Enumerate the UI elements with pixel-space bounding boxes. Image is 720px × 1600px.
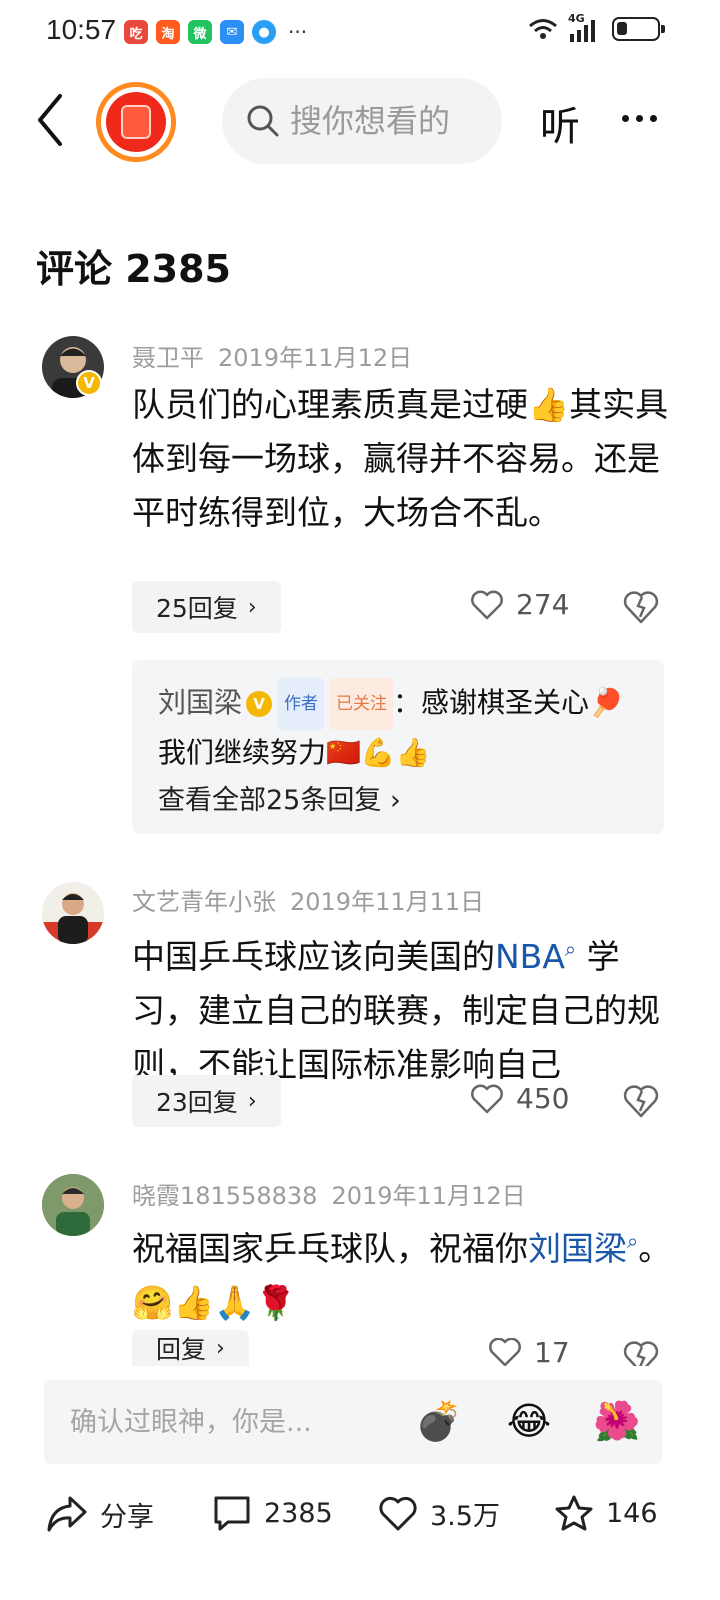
comment-date: 2019年11月12日 <box>331 1182 526 1210</box>
avatar[interactable] <box>42 1174 104 1236</box>
author-reply-name[interactable]: 刘国梁 <box>158 686 242 719</box>
share-label: 分享 <box>100 1501 154 1533</box>
back-button[interactable] <box>30 90 80 150</box>
comment-date: 2019年11月11日 <box>290 888 485 916</box>
search-icon: ⌕ <box>627 1229 639 1253</box>
author-tag: 作者 <box>278 678 325 730</box>
chevron-right-icon: › <box>247 1088 257 1114</box>
wifi-icon <box>529 19 557 39</box>
app-notification-icon: 吃 <box>124 20 148 44</box>
dislike-icon[interactable] <box>622 1082 660 1120</box>
flower-emoji-button[interactable]: 🌺 <box>592 1396 642 1446</box>
search-input[interactable] <box>290 102 480 140</box>
status-time: 10:57 <box>46 14 117 45</box>
taobao-notification-icon: 淘 <box>156 20 180 44</box>
reply-count-button[interactable]: 回复 › <box>132 1330 249 1366</box>
favorite-button[interactable]: 146 <box>554 1494 658 1532</box>
bomb-emoji-button[interactable]: 💣 <box>414 1396 464 1446</box>
mention-link[interactable]: 刘国梁 <box>528 1229 627 1268</box>
reply-count-label: 23回复 <box>156 1088 238 1117</box>
chevron-right-icon: › <box>247 594 257 620</box>
logo-icon <box>106 92 166 152</box>
verified-badge-icon: V <box>76 370 102 396</box>
comment-meta: 聂卫平 2019年11月12日 <box>132 338 412 373</box>
comments-title: 评论 2385 <box>36 247 231 291</box>
verified-badge-icon: V <box>246 691 273 717</box>
chevron-left-icon <box>38 94 62 146</box>
star-icon <box>555 1495 593 1531</box>
reply-count-label: 回复 <box>156 1335 207 1364</box>
dislike-icon[interactable] <box>622 1338 660 1366</box>
comment-username[interactable]: 文艺青年小张 <box>132 888 276 916</box>
comment-count-button[interactable]: 2385 <box>212 1494 333 1532</box>
search-icon: ⌕ <box>564 937 577 961</box>
chevron-right-icon: › <box>381 785 401 816</box>
author-reply-box[interactable]: 刘国梁 V 作者 已关注 ：感谢棋圣关心🏓我们继续努力🇨🇳💪👍 查看全部25条回复 › <box>132 660 664 834</box>
comment-text-segment: 祝福国家乒乓球队，祝福你 <box>132 1229 528 1268</box>
browser-notification-icon: ● <box>252 20 276 44</box>
status-bar: 10:57 吃 淘 微 ✉ ● ··· 4G <box>0 0 720 64</box>
reply-count-label: 25回复 <box>156 594 238 623</box>
like-button[interactable]: 17 <box>488 1338 570 1366</box>
share-button[interactable]: 分享 <box>46 1494 154 1534</box>
comment-input-bar: 💣 😂 🌺 <box>44 1380 662 1464</box>
more-options-icon[interactable] <box>622 98 670 138</box>
heart-icon <box>379 1496 417 1530</box>
topic-link[interactable]: NBA <box>495 937 565 976</box>
laugh-cry-emoji-button[interactable]: 😂 <box>504 1396 554 1446</box>
reply-count-button[interactable]: 25回复 › <box>132 581 281 633</box>
top-bar: 听 <box>0 72 720 168</box>
like-count: 3.5万 <box>430 1501 500 1532</box>
wechat-notification-icon: 微 <box>188 20 212 44</box>
share-icon <box>47 1496 87 1532</box>
comment-date: 2019年11月12日 <box>218 344 413 372</box>
chevron-right-icon: › <box>216 1335 225 1361</box>
heart-icon <box>489 1338 521 1366</box>
avatar[interactable] <box>42 882 104 944</box>
search-box[interactable] <box>222 78 502 164</box>
battery-icon <box>612 17 665 41</box>
battery-level <box>617 22 627 35</box>
comment-count: 2385 <box>264 1497 333 1529</box>
author-logo-avatar[interactable] <box>96 82 176 162</box>
favorite-count: 146 <box>606 1497 658 1529</box>
status-more-icon: ··· <box>288 20 308 44</box>
comment-username[interactable]: 聂卫平 <box>132 344 204 372</box>
listen-button[interactable]: 听 <box>540 94 580 152</box>
like-count: 17 <box>534 1338 570 1366</box>
comment-meta: 晓霞181558838 2019年11月12日 <box>132 1176 526 1211</box>
comment-username[interactable]: 晓霞181558838 <box>132 1182 317 1210</box>
comment-text-segment: 中国乒乓球应该向美国的 <box>132 937 495 976</box>
status-indicators: 4G <box>528 12 665 42</box>
heart-icon <box>471 1084 503 1113</box>
bottom-action-bar: 分享 2385 3.5万 146 <box>0 1480 720 1550</box>
comment-input[interactable] <box>70 1402 370 1442</box>
comment-icon <box>214 1496 250 1531</box>
network-type-label: 4G <box>568 12 585 25</box>
like-button[interactable]: 450 <box>470 1082 569 1115</box>
search-icon <box>247 105 279 137</box>
author-reply-content: 刘国梁 V 作者 已关注 ：感谢棋圣关心🏓我们继续努力🇨🇳💪👍 <box>158 678 648 776</box>
heart-icon <box>471 590 503 619</box>
message-notification-icon: ✉ <box>220 20 244 44</box>
followed-tag: 已关注 <box>330 678 394 730</box>
view-all-replies-link[interactable]: 查看全部25条回复 › <box>158 778 401 817</box>
comment-meta: 文艺青年小张 2019年11月11日 <box>132 882 484 917</box>
reply-count-button[interactable]: 23回复 › <box>132 1075 281 1127</box>
signal-icon: 4G <box>568 12 602 42</box>
dislike-icon[interactable] <box>622 588 660 626</box>
comment-text: 祝福国家乒乓球队，祝福你刘国梁⌕。🤗👍🙏🌹 <box>132 1214 672 1330</box>
status-app-icons: 吃 淘 微 ✉ ● ··· <box>124 20 307 44</box>
like-count: 450 <box>516 1082 570 1115</box>
comment-text: 中国乒乓球应该向美国的NBA⌕ 学习，建立自己的联赛，制定自己的规则，不能让国际… <box>132 922 672 1092</box>
view-all-replies-label: 查看全部25条回复 <box>158 785 382 816</box>
like-article-button[interactable]: 3.5万 <box>378 1494 500 1533</box>
like-button[interactable]: 274 <box>470 588 569 621</box>
like-count: 274 <box>516 588 570 621</box>
comment-text: 队员们的心理素质真是过硬👍其实具体到每一场球，赢得并不容易。还是平时练得到位，大… <box>132 385 669 532</box>
